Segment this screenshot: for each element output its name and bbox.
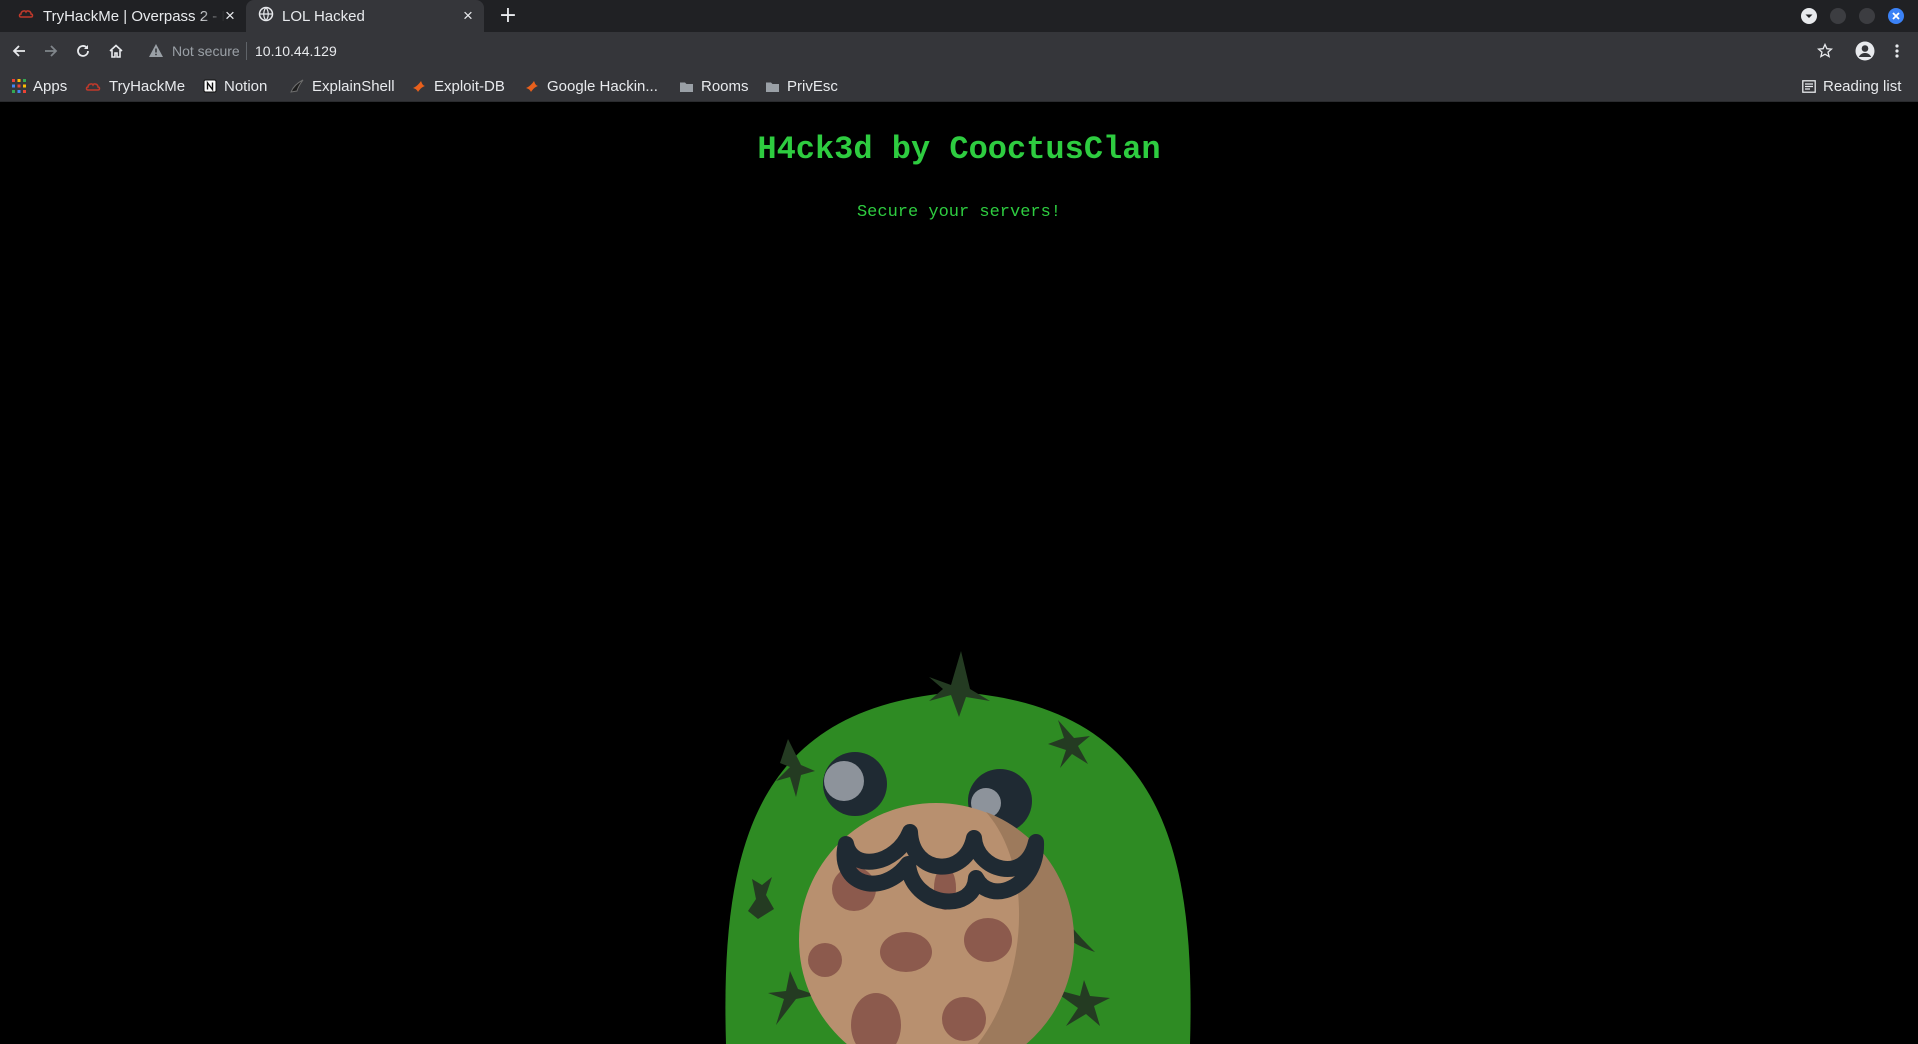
tab-tryhackme[interactable]: TryHackMe | Overpass 2 - Hacked ×: [0, 0, 246, 32]
tryhackme-favicon-icon: [18, 6, 34, 26]
bookmark-folder-privesc[interactable]: PrivEsc: [765, 70, 838, 102]
reading-list-label: Reading list: [1823, 77, 1902, 95]
bookmark-label: ExplainShell: [312, 77, 395, 95]
reading-list-button[interactable]: Reading list: [1802, 70, 1901, 102]
url-text[interactable]: 10.10.44.129: [255, 43, 337, 59]
bookmark-label: PrivEsc: [787, 77, 838, 95]
bookmark-label: Notion: [224, 77, 268, 95]
folder-icon: [679, 80, 694, 93]
apps-grid-icon: [12, 79, 26, 93]
address-bar[interactable]: Not secure 10.10.44.129: [140, 36, 1820, 66]
notion-icon: [203, 79, 217, 93]
kebab-menu-icon: [1895, 44, 1899, 58]
bookmark-notion[interactable]: Notion: [203, 70, 267, 102]
eye-left: [823, 752, 887, 816]
explainshell-icon: [289, 79, 305, 93]
bookmark-label: Apps: [33, 77, 68, 95]
globe-icon: [258, 6, 274, 26]
tab-strip: TryHackMe | Overpass 2 - Hacked × LOL Ha…: [0, 0, 1918, 32]
close-window-button[interactable]: [1888, 8, 1904, 24]
tryhackme-icon: [85, 79, 102, 93]
menu-button[interactable]: [1887, 41, 1907, 61]
bookmark-exploit-db[interactable]: Exploit-DB: [411, 70, 505, 102]
bookmark-explainshell[interactable]: ExplainShell: [289, 70, 395, 102]
avatar-icon: [1855, 41, 1875, 61]
page-tagline: Secure your servers!: [856, 203, 1062, 222]
warning-triangle-icon: [148, 43, 164, 62]
bookmark-label: Exploit-DB: [434, 77, 505, 95]
profile-button[interactable]: [1855, 41, 1875, 61]
folder-icon: [765, 80, 780, 93]
page-heading: H4ck3d by CooctusClan: [757, 131, 1161, 168]
cactus-mascot-illustration: [725, 651, 1191, 1044]
home-icon: [109, 44, 123, 58]
browser-toolbar: Not secure 10.10.44.129: [0, 32, 1918, 70]
bookmark-star-button[interactable]: [1815, 41, 1835, 61]
forward-arrow-icon: [45, 45, 58, 57]
address-separator: [246, 42, 247, 60]
reading-list-icon: [1802, 79, 1816, 93]
maximize-window-button[interactable]: [1859, 8, 1875, 24]
back-button[interactable]: [9, 41, 29, 61]
bookmark-label: Google Hackin...: [547, 77, 658, 95]
bookmarks-bar: Apps TryHackMe Notion ExplainShell Explo…: [0, 70, 1918, 102]
back-arrow-icon: [12, 45, 25, 57]
exploit-db-icon: [411, 79, 427, 93]
home-button[interactable]: [106, 41, 126, 61]
close-tab-icon[interactable]: ×: [460, 7, 476, 24]
forward-button[interactable]: [41, 41, 61, 61]
page-content: H4ck3d by CooctusClan Secure your server…: [0, 102, 1918, 1044]
bookmark-label: Rooms: [701, 77, 749, 95]
minimize-window-button[interactable]: [1830, 8, 1846, 24]
tab-title: LOL Hacked: [282, 7, 365, 25]
star-icon: [1817, 43, 1833, 58]
tab-title: TryHackMe | Overpass 2 - Hacked: [43, 7, 225, 25]
tab-search-icon[interactable]: [1801, 8, 1817, 24]
bookmark-folder-rooms[interactable]: Rooms: [679, 70, 749, 102]
tab-lol-hacked[interactable]: LOL Hacked ×: [246, 0, 484, 32]
reload-icon: [77, 45, 89, 57]
close-tab-icon[interactable]: ×: [222, 7, 238, 24]
bookmark-apps[interactable]: Apps: [12, 70, 67, 102]
bookmark-google-hacking[interactable]: Google Hackin...: [524, 70, 658, 102]
exploit-db-icon: [524, 79, 540, 93]
reload-button[interactable]: [73, 41, 93, 61]
bookmark-label: TryHackMe: [109, 77, 186, 95]
bookmark-tryhackme[interactable]: TryHackMe: [85, 70, 185, 102]
security-status[interactable]: Not secure: [172, 43, 240, 59]
new-tab-button[interactable]: +: [497, 5, 519, 27]
